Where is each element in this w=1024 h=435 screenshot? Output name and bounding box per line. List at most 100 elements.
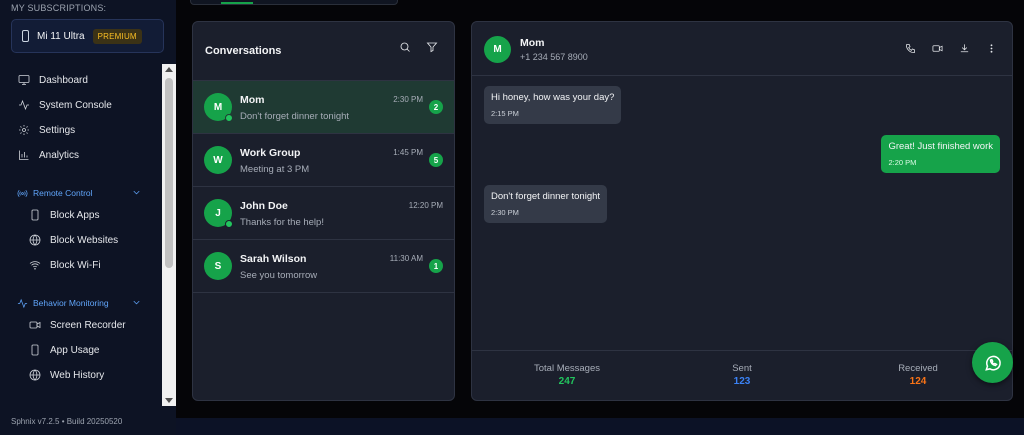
- video-call-icon[interactable]: [930, 41, 944, 55]
- whatsapp-fab-button[interactable]: [972, 342, 1013, 383]
- chat-contact-name: Mom: [520, 37, 545, 49]
- conversation-name: Work Group: [240, 147, 301, 159]
- sidebar-item-label: Settings: [39, 124, 76, 136]
- conversation-item-work-group[interactable]: W Work Group Meeting at 3 PM 1:45 PM 5: [193, 134, 454, 187]
- group-label: Behavior Monitoring: [33, 298, 109, 308]
- avatar: S: [204, 252, 232, 280]
- conversation-time: 12:20 PM: [408, 201, 443, 210]
- conversations-panel: Conversations M Mom Don't forget dinner …: [192, 21, 455, 401]
- sidebar-item-label: Block Apps: [50, 209, 100, 221]
- message-bubble-outgoing: Great! Just finished work 2:20 PM: [881, 135, 1000, 173]
- sidebar-item-dashboard[interactable]: Dashboard: [17, 70, 88, 90]
- scroll-up-arrow[interactable]: [165, 67, 173, 72]
- more-vertical-icon[interactable]: [984, 41, 998, 55]
- conversation-name: John Doe: [240, 200, 288, 212]
- phone-icon: [28, 208, 42, 222]
- stat-value: 247: [558, 376, 576, 387]
- device-selector[interactable]: Mi 11 Ultra PREMIUM: [11, 19, 164, 53]
- message-text: Don't forget dinner tonight: [491, 191, 601, 202]
- sidebar-item-label: Block Wi-Fi: [50, 259, 101, 271]
- unread-badge: 2: [429, 100, 443, 114]
- sidebar-item-settings[interactable]: Settings: [17, 120, 75, 140]
- phone-icon: [28, 343, 42, 357]
- stat-value: 123: [733, 376, 751, 387]
- stat-received: Received 124: [858, 363, 978, 387]
- activity-icon: [17, 298, 28, 308]
- conversation-item-sarah-wilson[interactable]: S Sarah Wilson See you tomorrow 11:30 AM…: [193, 240, 454, 293]
- conversations-title: Conversations: [205, 45, 282, 57]
- message-time: 2:20 PM: [888, 158, 917, 167]
- sidebar-scrollbar[interactable]: [162, 64, 176, 406]
- avatar: W: [204, 146, 232, 174]
- conversation-name: Sarah Wilson: [240, 253, 307, 265]
- online-indicator: [225, 220, 233, 228]
- stat-label: Received: [898, 363, 938, 374]
- filter-icon[interactable]: [426, 40, 440, 54]
- sidebar-item-label: Dashboard: [39, 74, 88, 86]
- download-icon[interactable]: [957, 41, 971, 55]
- sidebar-item-label: Block Websites: [50, 234, 119, 246]
- conversation-item-john-doe[interactable]: J John Doe Thanks for the help! 12:20 PM: [193, 187, 454, 240]
- sidebar-item-block-apps[interactable]: Block Apps: [28, 205, 99, 225]
- sidebar-item-analytics[interactable]: Analytics: [17, 145, 79, 165]
- globe-icon: [28, 233, 42, 247]
- device-name: Mi 11 Ultra: [37, 30, 85, 42]
- subscriptions-label: MY SUBSCRIPTIONS:: [11, 3, 107, 13]
- sidebar: MY SUBSCRIPTIONS: Mi 11 Ultra PREMIUM Da…: [0, 0, 176, 435]
- activity-icon: [17, 98, 31, 112]
- tab-indicator: [221, 2, 253, 4]
- conversation-preview: See you tomorrow: [240, 270, 318, 281]
- search-icon[interactable]: [399, 40, 413, 54]
- message-bubble-incoming: Don't forget dinner tonight 2:30 PM: [484, 185, 608, 223]
- conversations-header: Conversations: [193, 22, 454, 81]
- chat-panel: M Mom +1 234 567 8900 Hi honey, how was …: [471, 21, 1013, 401]
- whatsapp-icon: [984, 355, 1001, 371]
- sidebar-item-label: Screen Recorder: [50, 319, 126, 331]
- sidebar-item-screen-recorder[interactable]: Screen Recorder: [28, 315, 126, 335]
- behavior-monitoring-group[interactable]: Behavior Monitoring: [17, 295, 147, 311]
- group-label: Remote Control: [33, 188, 93, 198]
- broadcast-icon: [17, 189, 28, 197]
- stat-total-messages: Total Messages 247: [507, 363, 627, 387]
- chat-header: M Mom +1 234 567 8900: [472, 22, 1012, 76]
- remote-control-group[interactable]: Remote Control: [17, 185, 147, 201]
- gear-icon: [17, 123, 31, 137]
- conversation-time: 2:30 PM: [393, 95, 423, 104]
- premium-badge: PREMIUM: [92, 28, 142, 44]
- unread-badge: 1: [429, 259, 443, 273]
- sidebar-item-app-usage[interactable]: App Usage: [28, 340, 99, 360]
- sidebar-item-label: App Usage: [50, 344, 100, 356]
- avatar: M: [484, 36, 511, 63]
- conversation-preview: Don't forget dinner tonight: [240, 111, 350, 122]
- message-time: 2:15 PM: [491, 109, 519, 118]
- sidebar-item-label: Web History: [50, 369, 105, 381]
- monitor-icon: [17, 73, 31, 87]
- stat-label: Sent: [732, 363, 752, 374]
- scrollbar-thumb[interactable]: [165, 78, 173, 268]
- sidebar-item-label: System Console: [39, 99, 112, 111]
- video-icon: [28, 318, 42, 332]
- wifi-icon: [28, 258, 42, 272]
- conversation-time: 11:30 AM: [389, 254, 423, 263]
- stat-label: Total Messages: [533, 363, 600, 374]
- sidebar-item-label: Analytics: [39, 149, 80, 161]
- chat-contact-phone: +1 234 567 8900: [520, 52, 588, 62]
- conversation-preview: Thanks for the help!: [240, 217, 324, 228]
- sidebar-item-block-wifi[interactable]: Block Wi-Fi: [28, 255, 101, 275]
- scroll-down-arrow[interactable]: [165, 398, 173, 403]
- top-panel-edge: [190, 0, 398, 5]
- unread-badge: 5: [429, 153, 443, 167]
- phone-icon: [22, 30, 29, 42]
- sidebar-item-web-history[interactable]: Web History: [28, 365, 104, 385]
- version-text: Sphnix v7.2.5 • Build 20250520: [11, 417, 123, 426]
- conversation-preview: Meeting at 3 PM: [240, 164, 310, 175]
- stat-sent: Sent 123: [682, 363, 802, 387]
- conversation-item-mom[interactable]: M Mom Don't forget dinner tonight 2:30 P…: [193, 81, 454, 134]
- phone-call-icon[interactable]: [903, 41, 917, 55]
- message-bubble-incoming: Hi honey, how was your day? 2:15 PM: [484, 86, 622, 124]
- bottom-bar: [176, 418, 1024, 435]
- sidebar-item-block-websites[interactable]: Block Websites: [28, 230, 118, 250]
- sidebar-item-system-console[interactable]: System Console: [17, 95, 112, 115]
- message-time: 2:30 PM: [491, 208, 519, 217]
- message-text: Great! Just finished work: [888, 141, 993, 152]
